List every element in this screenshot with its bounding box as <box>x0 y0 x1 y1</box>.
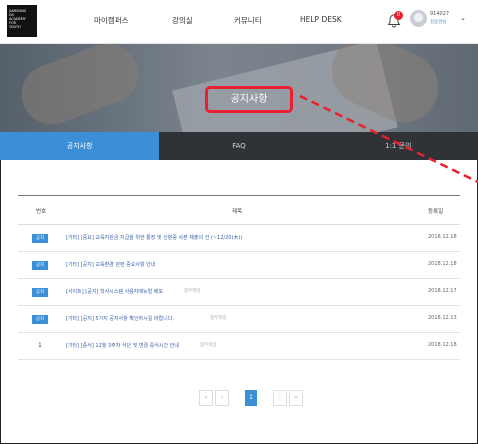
post-date: 2018.12.17 <box>428 288 457 294</box>
post-title-link[interactable]: [기타] [중식] 12월 3주차 식단 및 변경 중식시간 안내 <box>66 342 179 349</box>
user-name: 김승현님 <box>430 20 447 25</box>
avatar[interactable] <box>410 10 427 27</box>
post-date: 2018.12.18 <box>428 342 457 348</box>
nav-classroom[interactable]: 강의실 <box>172 15 193 26</box>
nav-my-campus[interactable]: 마이캠퍼스 <box>94 15 129 26</box>
current-page-button[interactable]: 1 <box>245 390 257 406</box>
notice-badge: 공지 <box>32 288 48 297</box>
post-title-link[interactable]: [기타] [공지] 5가지 공지사항 확인하시길 바랍니다. <box>66 315 174 322</box>
nav-community[interactable]: 커뮤니티 <box>234 15 262 26</box>
attachment-label: 첨부파일 <box>200 343 217 348</box>
post-date: 2018.12.18 <box>428 261 457 267</box>
user-id: 914027 <box>430 11 450 17</box>
board-tabs: 공지사항 FAQ 1:1 문의 <box>0 132 478 160</box>
notice-badge: 공지 <box>32 234 48 243</box>
notice-badge: 공지 <box>32 315 48 324</box>
chevron-down-icon[interactable]: ⌄ <box>460 14 466 22</box>
pagination: « ‹ 1 › » <box>199 390 303 406</box>
table-header: 번호 제목 등록일 <box>18 195 460 225</box>
post-number: 1 <box>38 342 42 349</box>
column-date: 등록일 <box>428 209 444 215</box>
tab-notice[interactable]: 공지사항 <box>0 132 160 160</box>
post-title-link[interactable]: [기타] [중요] 교육지원금 지급을 위한 통장 및 신분증 사본 제출의 건… <box>66 234 242 241</box>
logo-line: YOUTH <box>9 25 21 29</box>
table-row[interactable]: 공지 [기타] [중요] 교육지원금 지급을 위한 통장 및 신분증 사본 제출… <box>18 225 460 252</box>
post-date: 2018.12.18 <box>428 234 457 240</box>
table-row[interactable]: 공지 [사이트] [공지] 학사시스템 사용자매뉴얼 배포 첨부파일 2018.… <box>18 279 460 306</box>
top-header: SAMSUNG DS ACADEMY FOR YOUTH 마이캠퍼스 강의실 커… <box>0 0 478 44</box>
table-row[interactable]: 공지 [기타] [공지] 교육환경 관련 중요사항 안내 2018.12.18 <box>18 252 460 279</box>
tab-faq[interactable]: FAQ <box>159 132 318 160</box>
page-title: 공지사항 <box>205 86 293 113</box>
first-page-button[interactable]: « <box>199 390 213 406</box>
last-page-button[interactable]: » <box>289 390 303 406</box>
table-row[interactable]: 공지 [기타] [공지] 5가지 공지사항 확인하시길 바랍니다. 첨부파일 2… <box>18 306 460 333</box>
post-title-link[interactable]: [기타] [공지] 교육환경 관련 중요사항 안내 <box>66 261 155 268</box>
post-date: 2018.12.13 <box>428 315 457 321</box>
nav-help-desk[interactable]: HELP DESK <box>300 15 342 24</box>
attachment-label: 첨부파일 <box>210 316 227 321</box>
next-page-button[interactable]: › <box>273 390 287 406</box>
post-title-link[interactable]: [사이트] [공지] 학사시스템 사용자매뉴얼 배포 <box>66 288 163 295</box>
tab-inquiry[interactable]: 1:1 문의 <box>319 132 478 160</box>
notification-badge: 0 <box>394 11 403 20</box>
column-number: 번호 <box>36 209 47 215</box>
samsung-ds-academy-logo[interactable]: SAMSUNG DS ACADEMY FOR YOUTH <box>7 5 37 37</box>
table-row[interactable]: 1 [기타] [중식] 12월 3주차 식단 및 변경 중식시간 안내 첨부파일… <box>18 333 460 360</box>
notice-badge: 공지 <box>32 261 48 270</box>
attachment-label: 첨부파일 <box>184 289 201 294</box>
notice-table: 번호 제목 등록일 공지 [기타] [중요] 교육지원금 지급을 위한 통장 및… <box>18 195 460 360</box>
hero-banner: 공지사항 <box>0 44 478 132</box>
column-title: 제목 <box>232 209 243 215</box>
prev-page-button[interactable]: ‹ <box>215 390 229 406</box>
